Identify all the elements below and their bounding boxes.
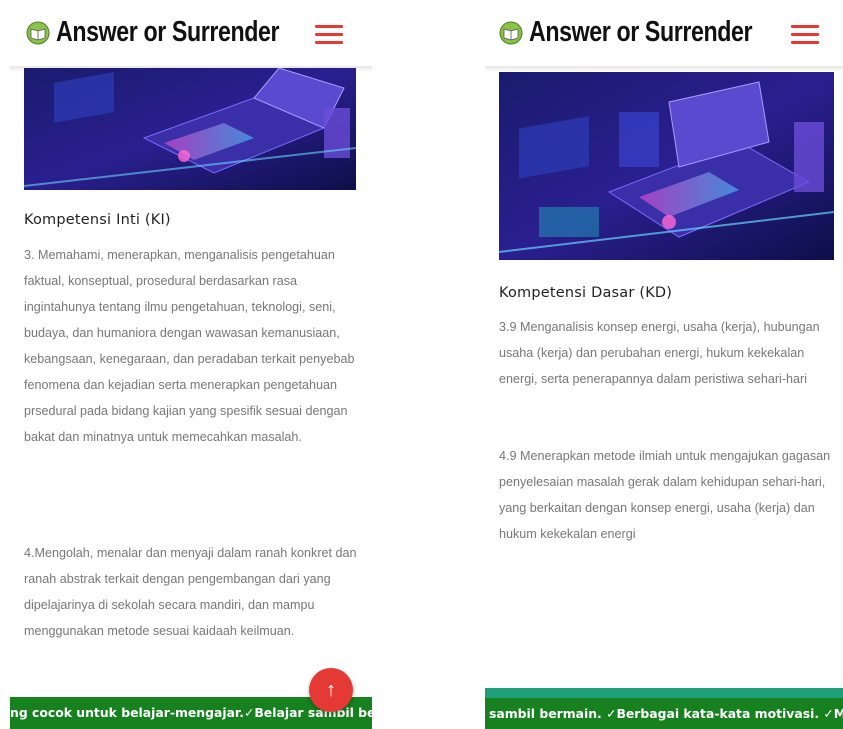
section-title-ki: Kompetensi Inti (KI): [24, 212, 171, 228]
scroll-top-button[interactable]: ↑: [309, 668, 353, 712]
ticker-text: sambil bermain. ✓Berbagai kata-kata moti…: [489, 706, 843, 721]
hamburger-menu-icon[interactable]: [315, 25, 343, 45]
hero-image: [24, 68, 356, 190]
hero-image: [499, 72, 834, 260]
paragraph-ki-4: 4.Mengolah, menalar dan menyaji dalam ra…: [24, 546, 357, 638]
book-smiley-icon: [26, 21, 50, 44]
paragraph-ki-3: 3. Memahami, menerapkan, menganalisis pe…: [24, 248, 355, 444]
site-logo[interactable]: Answer or Surrender: [499, 16, 808, 49]
ticker-top-band: [485, 688, 843, 698]
left-phone-screen: Answer or Surrender Kompetensi Inti (KI)…: [10, 0, 372, 729]
site-header: Answer or Surrender: [485, 0, 843, 68]
arrow-up-icon: ↑: [326, 678, 336, 701]
logo-text: Answer or Surrender: [529, 16, 753, 48]
book-smiley-icon: [499, 21, 523, 44]
paragraph-kd-4-9: 4.9 Menerapkan metode ilmiah untuk menga…: [499, 449, 831, 541]
hamburger-menu-icon[interactable]: [791, 25, 819, 45]
paragraph-kd-3-9: 3.9 Menganalisis konsep energi, usaha (k…: [499, 320, 820, 386]
logo-text: Answer or Surrender: [56, 16, 280, 48]
section-title-kd: Kompetensi Dasar (KD): [499, 285, 673, 301]
site-logo[interactable]: Answer or Surrender: [26, 16, 335, 49]
right-phone-screen: Answer or Surrender Kompetensi Dasar (KD…: [485, 0, 843, 729]
site-header: Answer or Surrender: [10, 0, 372, 68]
news-ticker[interactable]: sambil bermain. ✓Berbagai kata-kata moti…: [485, 698, 843, 729]
